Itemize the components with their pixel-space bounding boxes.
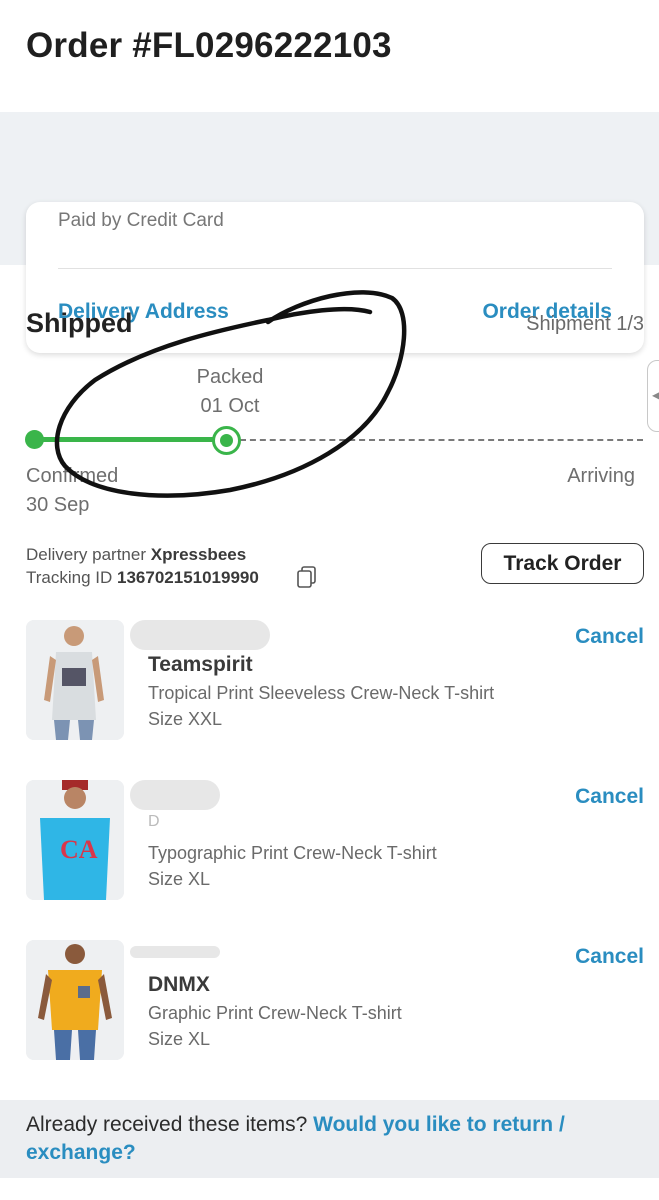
delivery-partner: Delivery partner Xpressbees [26,545,246,565]
tracking-id-value: 136702151019990 [117,568,259,587]
order-item: CA D Typographic Print Crew-Neck T-shirt… [0,780,659,905]
blurred-price [130,780,220,810]
step-confirmed-name: Confirmed [26,465,119,487]
return-exchange-text: Already received these items? Would you … [26,1111,626,1167]
step-confirmed-dot [25,430,44,449]
shipment-count: Shipment 1/3 [526,313,644,335]
step-confirmed: Confirmed 30 Sep [26,462,118,520]
item-size: Size XL [148,1029,211,1049]
cancel-item-button[interactable]: Cancel [575,945,644,969]
item-description: Tropical Print Sleeveless Crew-Neck T-sh… [148,683,495,703]
order-title: Order #FL0296222103 [26,26,392,65]
side-pull-tab[interactable]: ◀ [647,360,659,432]
step-arriving: Arriving [567,462,635,491]
order-item: Teamspirit Tropical Print Sleeveless Cre… [0,620,659,745]
chevron-left-icon: ◀ [652,388,659,402]
shipment-status-title: Shipped [26,308,133,338]
delivery-partner-name: Xpressbees [150,545,247,564]
product-image[interactable] [26,940,124,1060]
tracking-info: Tracking ID 136702151019990 [26,568,259,588]
delivery-partner-label: Delivery partner [26,545,146,564]
copy-icon[interactable] [297,566,317,588]
item-size: Size XXL [148,709,223,729]
page-header: Order #FL0296222103 [0,0,659,112]
product-image[interactable] [26,620,124,740]
cancel-item-button[interactable]: Cancel [575,625,644,649]
item-brand: Teamspirit [148,653,253,676]
step-packed-date: 01 Oct [200,395,260,417]
return-question: Already received these items? [26,1113,308,1136]
progress-line-complete [35,437,227,442]
item-brand: D [148,813,160,830]
step-packed: Packed 01 Oct [180,363,280,421]
item-description: Graphic Print Crew-Neck T-shirt [148,1003,402,1023]
track-order-button[interactable]: Track Order [481,543,644,584]
blurred-price [130,620,270,650]
item-size: Size XL [148,869,211,889]
shirt-shape [48,970,102,1030]
product-image[interactable]: CA [26,780,124,900]
divider [58,268,612,269]
summary-section: Paid by Credit Card Delivery Address Ord… [0,112,659,353]
step-confirmed-date: 30 Sep [26,494,90,516]
svg-text:CA: CA [60,835,98,864]
tracking-id-label: Tracking ID [26,568,113,587]
order-item: DNMX Graphic Print Crew-Neck T-shirt Siz… [0,940,659,1065]
progress-line-pending [240,439,643,441]
blurred-price [130,946,220,958]
step-packed-name: Packed [196,366,264,388]
item-description: Typographic Print Crew-Neck T-shirt [148,843,437,863]
step-packed-dot [212,426,241,455]
cancel-item-button[interactable]: Cancel [575,785,644,809]
step-arriving-name: Arriving [567,465,635,487]
payment-method: Paid by Credit Card [58,210,224,231]
item-brand: DNMX [148,973,210,996]
